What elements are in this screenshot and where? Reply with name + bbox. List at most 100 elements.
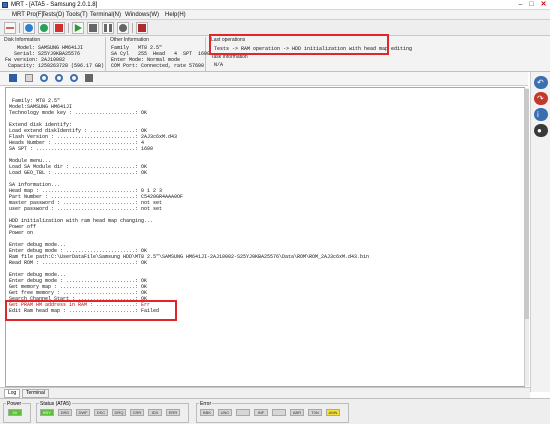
menu-help[interactable]: Help(H) [165, 11, 186, 19]
refresh-button[interactable] [38, 22, 50, 34]
print-icon [85, 74, 93, 82]
cancel-button[interactable] [117, 22, 129, 34]
pause-icon [104, 24, 112, 32]
status-flag-dwf: DWF [76, 409, 90, 416]
undo-button[interactable]: ↶ [534, 76, 548, 89]
highlight-last-operations [209, 34, 389, 55]
log-line: Load GEO_TBL : .........................… [9, 170, 148, 176]
open-log-button[interactable] [24, 73, 36, 85]
power-label: Power [6, 401, 23, 407]
cancel-icon [119, 24, 127, 32]
save-log-button[interactable] [8, 73, 20, 85]
error-label: Error [199, 401, 213, 407]
log-scrollbar[interactable] [524, 88, 529, 386]
error-flag-blank-2 [272, 409, 286, 416]
play-icon [74, 24, 82, 32]
disk-info-title: Disk Information [4, 37, 41, 43]
refresh-icon [40, 24, 48, 32]
log-line: Technology mode key : ..................… [9, 110, 148, 116]
power-indicator: 5V [8, 409, 22, 416]
square-icon [89, 24, 97, 32]
square-button[interactable] [87, 22, 99, 34]
status-flag-bsy: BSY [40, 409, 54, 416]
status-flag-crr: CRR [130, 409, 144, 416]
settings-icon: ● [537, 126, 542, 135]
title-bar: MRT - [ATA5 - Samsung 2.0.1.8] – □ ✕ [0, 0, 550, 10]
error-group: Error BBK UNC INF ABR T0N AMN [196, 401, 349, 423]
undo-icon: ↶ [537, 78, 544, 87]
other-info-panel: Other Information Family MT8 2.5" SA Cyl… [108, 37, 210, 71]
save-icon [9, 74, 17, 82]
info-icon: i [537, 110, 539, 119]
log-line: Power on [9, 230, 34, 236]
minimize-button[interactable]: – [516, 1, 525, 9]
power-group: Power 5V [3, 401, 31, 423]
info-button[interactable]: i [534, 108, 548, 121]
connect-icon [6, 27, 14, 29]
status-flag-dsc: DSC [94, 409, 108, 416]
status-flag-drq: DRQ [112, 409, 126, 416]
redo-icon: ↷ [537, 94, 544, 103]
log-output[interactable]: Family: MT8 2.5" Model:SAMSUNG HM641JI T… [5, 87, 525, 387]
exit-icon [138, 24, 146, 32]
status-group: Status (ATA5) BSY DRD DWF DSC DRQ CRR ID… [36, 401, 189, 423]
error-flag-amn: AMN [326, 409, 340, 416]
error-flag-abr: ABR [290, 409, 304, 416]
toolbar-separator [132, 23, 133, 33]
disk-capacity: Capacity: 1250263728 (596.17 GB) [5, 63, 105, 69]
stop-button[interactable] [53, 22, 65, 34]
find-previous-icon [70, 74, 78, 82]
log-toolbar [0, 72, 528, 86]
menu-terminal[interactable]: Terminal(N) [90, 11, 121, 19]
log-line: SA SPT : ...............................… [9, 146, 154, 152]
toolbar-separator [68, 23, 69, 33]
find-previous-button[interactable] [69, 73, 81, 85]
error-flag-unc: UNC [218, 409, 232, 416]
log-line: Read ROM : .............................… [9, 260, 148, 266]
error-flag-blank-1 [236, 409, 250, 416]
error-flag-t0n: T0N [308, 409, 322, 416]
power-icon [25, 24, 33, 32]
redo-button[interactable]: ↷ [534, 92, 548, 105]
menu-mrt-pro[interactable]: MRT Pro(F) [12, 11, 43, 19]
status-flag-err: ERR [166, 409, 180, 416]
window-title: MRT - [ATA5 - Samsung 2.0.1.8] [11, 2, 98, 8]
error-flag-bbk: BBK [200, 409, 214, 416]
task-info-text: N/A [214, 62, 224, 68]
close-button[interactable]: ✕ [538, 1, 549, 9]
disk-info-panel: Disk Information Model: SAMSUNG HM641JI … [2, 37, 106, 71]
print-button[interactable] [84, 73, 96, 85]
menu-bar: MRT Pro(F) Tests(D) Tools(T) Terminal(N)… [0, 10, 550, 20]
tab-terminal[interactable]: Terminal [22, 389, 49, 398]
menu-tools[interactable]: Tools(T) [66, 11, 88, 19]
connect-button[interactable] [4, 22, 16, 34]
tab-log[interactable]: Log [4, 389, 21, 398]
exit-button[interactable] [136, 22, 148, 34]
menu-tests[interactable]: Tests(D) [42, 11, 64, 19]
play-button[interactable] [72, 22, 84, 34]
status-label: Status (ATA5) [39, 401, 72, 407]
stop-icon [55, 24, 63, 32]
maximize-button[interactable]: □ [527, 1, 536, 9]
document-icon [25, 74, 33, 82]
status-flag-idx: IDX [148, 409, 162, 416]
app-icon [2, 2, 8, 8]
find-icon [40, 74, 48, 82]
pause-button[interactable] [102, 22, 114, 34]
error-flag-inf: INF [254, 409, 268, 416]
log-line: user password : ........................… [9, 206, 163, 212]
right-sidebar: ↶ ↷ i ● [530, 72, 550, 392]
power-button[interactable] [23, 22, 35, 34]
find-button[interactable] [39, 73, 51, 85]
scrollbar-thumb[interactable] [525, 89, 529, 319]
other-com-port: COM Port: Connected, rate 57600 [111, 63, 205, 69]
toolbar-separator [19, 23, 20, 33]
settings-button[interactable]: ● [534, 124, 548, 137]
status-bar: Power 5V Status (ATA5) BSY DRD DWF DSC D… [0, 398, 550, 424]
status-flag-drd: DRD [58, 409, 72, 416]
find-next-icon [55, 74, 63, 82]
find-next-button[interactable] [54, 73, 66, 85]
menu-windows[interactable]: Windows(W) [125, 11, 159, 19]
bottom-tabs: Log Terminal [0, 387, 530, 398]
other-info-title: Other Information [110, 37, 149, 43]
